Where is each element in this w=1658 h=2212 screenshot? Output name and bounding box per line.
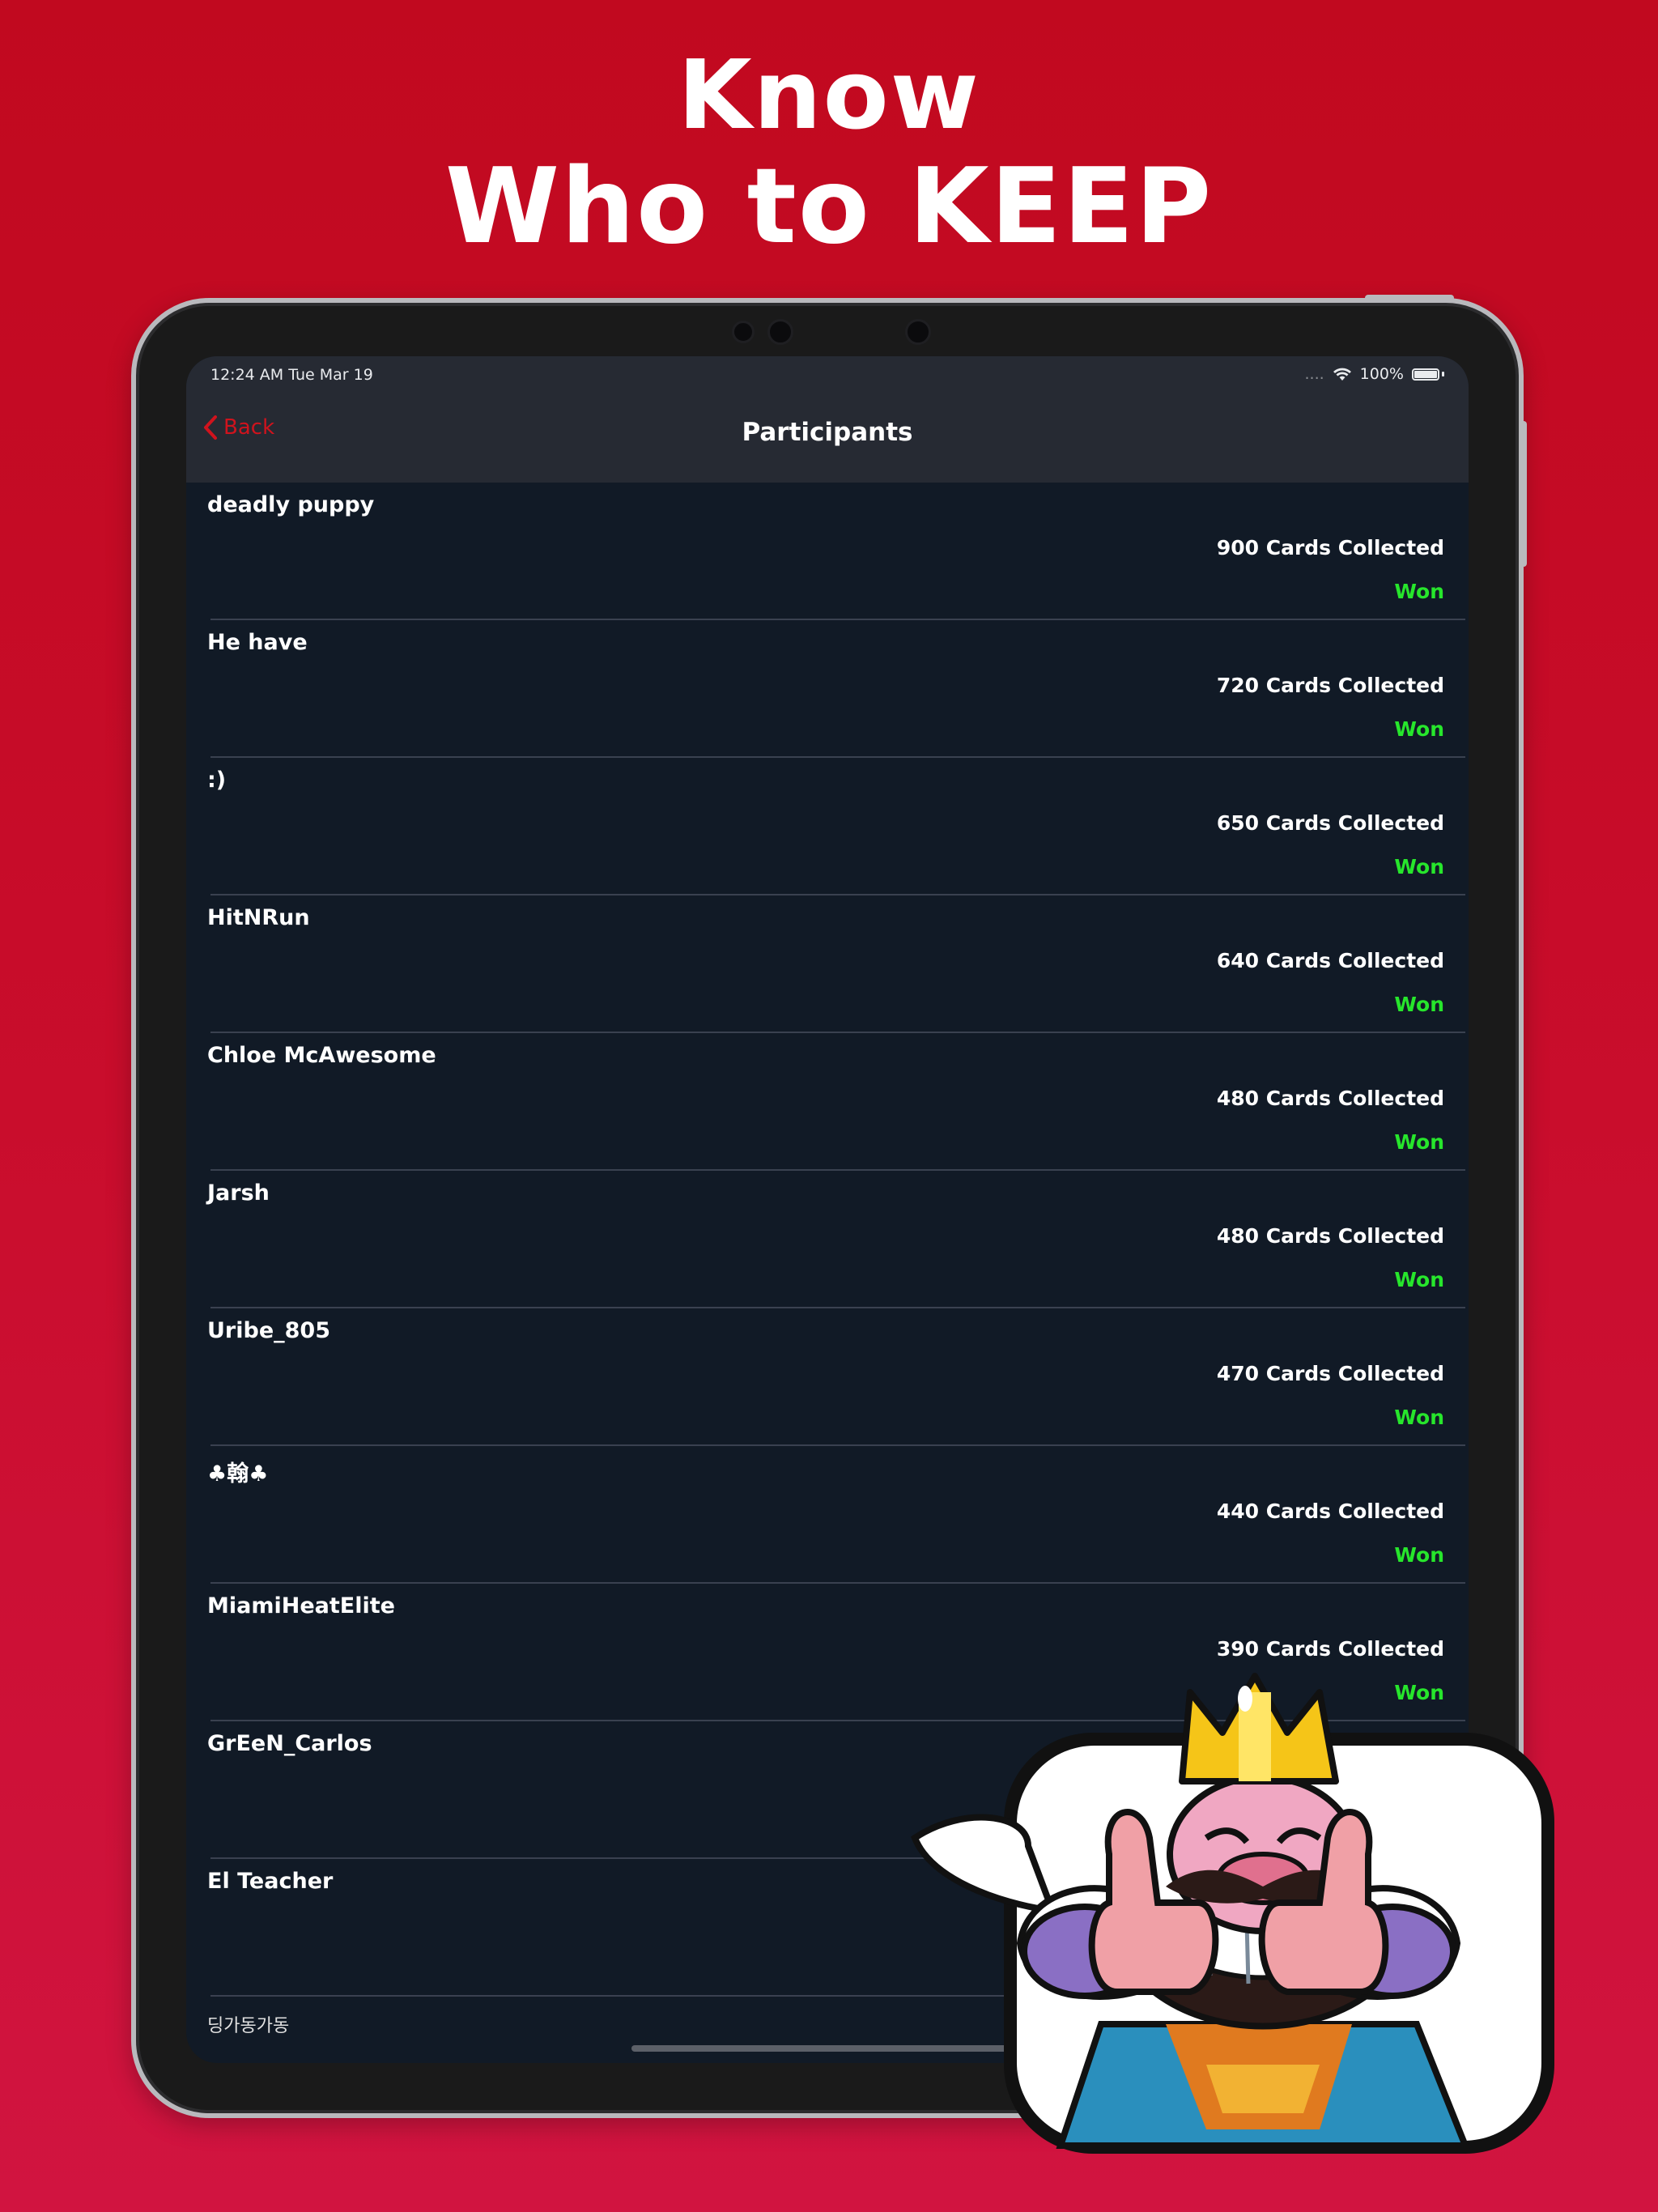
- participant-name: GrEeN_Carlos: [207, 1731, 372, 1756]
- cards-collected: 480 Cards Collected: [1216, 1224, 1444, 1248]
- participant-row[interactable]: Jarsh 480 Cards Collected Won: [207, 1171, 1465, 1308]
- cards-collected: 640 Cards Collected: [1216, 949, 1444, 972]
- volume-down-button: [1520, 486, 1527, 567]
- participant-name: deadly puppy: [207, 492, 375, 517]
- participant-row[interactable]: Uribe_805 470 Cards Collected Won: [207, 1308, 1465, 1446]
- participant-row[interactable]: deadly puppy 900 Cards Collected Won: [207, 483, 1465, 620]
- participant-name: He have: [207, 630, 308, 655]
- king-thumbs-up-mascot: [911, 1673, 1554, 2154]
- participant-name: :): [207, 768, 227, 793]
- cards-collected: 720 Cards Collected: [1216, 674, 1444, 697]
- result-status: Won: [1394, 993, 1444, 1016]
- top-button: [1365, 295, 1454, 301]
- result-status: Won: [1394, 1130, 1444, 1154]
- participant-name: ♣翰♣: [207, 1461, 269, 1487]
- result-status: Won: [1394, 855, 1444, 878]
- participant-name: MiamiHeatElite: [207, 1593, 395, 1619]
- result-status: Won: [1394, 1268, 1444, 1291]
- participant-row[interactable]: ♣翰♣ 440 Cards Collected Won: [207, 1446, 1465, 1584]
- cards-collected: 650 Cards Collected: [1216, 811, 1444, 835]
- result-status: Won: [1394, 717, 1444, 741]
- cards-collected: 470 Cards Collected: [1216, 1362, 1444, 1385]
- participant-name: Chloe McAwesome: [207, 1043, 436, 1068]
- result-status: Won: [1394, 580, 1444, 603]
- battery-icon: [1412, 368, 1439, 381]
- participant-name: 딩가동가동: [207, 2016, 290, 2036]
- camera-lens-icon: [767, 319, 793, 345]
- cards-collected: 900 Cards Collected: [1216, 536, 1444, 559]
- headline-line-2: Who to KEEP: [444, 147, 1214, 267]
- cards-collected: 440 Cards Collected: [1216, 1499, 1444, 1523]
- navigation-bar: Back Participants: [186, 392, 1469, 483]
- participant-row[interactable]: :) 650 Cards Collected Won: [207, 758, 1465, 895]
- result-status: Won: [1394, 1543, 1444, 1567]
- wifi-icon: [1333, 368, 1351, 381]
- cards-collected: 480 Cards Collected: [1216, 1087, 1444, 1110]
- participant-name: HitNRun: [207, 905, 310, 930]
- camera-dot-icon: [732, 321, 755, 343]
- participant-name: El Teacher: [207, 1869, 334, 1894]
- result-status: Won: [1394, 1406, 1444, 1429]
- camera-sensor-icon: [905, 319, 931, 345]
- status-bar: 12:24 AM Tue Mar 19 .... 100%: [186, 356, 1469, 392]
- signal-dots: ....: [1304, 365, 1324, 383]
- participant-row[interactable]: Chloe McAwesome 480 Cards Collected Won: [207, 1033, 1465, 1171]
- participant-name: Jarsh: [207, 1180, 270, 1206]
- battery-nub: [1442, 372, 1444, 376]
- participant-name: Uribe_805: [207, 1318, 330, 1343]
- participant-row[interactable]: He have 720 Cards Collected Won: [207, 620, 1465, 758]
- participant-row[interactable]: HitNRun 640 Cards Collected Won: [207, 895, 1465, 1033]
- headline-line-1: Know: [678, 39, 980, 151]
- page-title: Participants: [742, 418, 913, 447]
- status-time: 12:24 AM Tue Mar 19: [210, 366, 373, 384]
- battery-percent: 100%: [1359, 365, 1404, 383]
